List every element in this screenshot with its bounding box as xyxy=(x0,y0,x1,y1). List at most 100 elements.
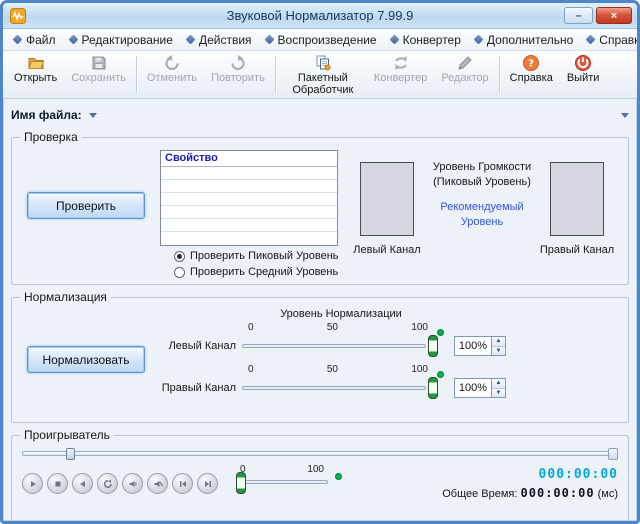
scale-tick-100: 100 xyxy=(411,364,428,376)
redo-arrow-icon xyxy=(229,54,247,72)
radio-average-label: Проверить Средний Уровень xyxy=(190,266,338,278)
converter-button[interactable]: Конвертер xyxy=(367,52,434,97)
seek-bar[interactable] xyxy=(22,446,618,462)
mute-button[interactable] xyxy=(147,473,168,494)
filename-caret-icon[interactable] xyxy=(89,113,97,118)
volume-slider-thumb[interactable] xyxy=(236,472,246,494)
editor-button[interactable]: Редактор xyxy=(434,52,495,97)
svg-text:?: ? xyxy=(528,59,534,70)
recommended-level-link[interactable]: Рекомендуемый Уровень xyxy=(420,200,544,230)
filename-combobox[interactable] xyxy=(103,106,615,124)
slider-track[interactable] xyxy=(242,386,426,390)
volume-slider-track[interactable] xyxy=(238,480,328,484)
converter-icon xyxy=(392,54,410,72)
green-indicator-dot xyxy=(335,473,342,480)
menu-edit[interactable]: Редактирование xyxy=(63,30,180,50)
spin-down-icon[interactable]: ▼ xyxy=(492,347,505,356)
rewind-button[interactable] xyxy=(72,473,93,494)
menu-extra[interactable]: Дополнительно xyxy=(468,30,580,50)
menu-help-label: Справка xyxy=(599,33,640,47)
menu-actions[interactable]: Действия xyxy=(180,30,259,50)
radio-icon[interactable] xyxy=(174,251,185,262)
titlebar[interactable]: Звуковой Нормализатор 7.99.9 – × xyxy=(3,3,637,29)
properties-table[interactable]: Свойство xyxy=(160,150,338,246)
normalization-level-title: Уровень Нормализации xyxy=(246,308,436,320)
converter-button-label: Конвертер xyxy=(374,73,427,85)
play-button[interactable] xyxy=(22,473,43,494)
exit-button-label: Выйти xyxy=(567,73,600,85)
radio-check-average-level[interactable]: Проверить Средний Уровень xyxy=(174,266,342,278)
spin-up-icon[interactable]: ▲ xyxy=(492,379,505,389)
level-meters-area: Левый Канал Уровень Громкости (Пиковый У… xyxy=(342,150,616,280)
stop-button[interactable] xyxy=(47,473,68,494)
menu-playback[interactable]: Воспроизведение xyxy=(259,30,384,50)
toolbar-separator xyxy=(499,56,500,93)
close-button[interactable]: × xyxy=(596,7,632,24)
undo-button[interactable]: Отменить xyxy=(140,52,204,97)
slider-track[interactable] xyxy=(242,344,426,348)
menu-help[interactable]: Справка xyxy=(580,30,640,50)
help-button-label: Справка xyxy=(510,73,553,85)
redo-button[interactable]: Повторить xyxy=(204,52,272,97)
left-channel-value[interactable]: 100% xyxy=(454,336,492,356)
right-channel-slider-group: 0 50 100 Правый Канал xyxy=(160,364,620,400)
right-channel-slider[interactable] xyxy=(242,376,438,400)
slider-thumb[interactable] xyxy=(428,377,438,399)
spin-up-icon[interactable]: ▲ xyxy=(492,337,505,347)
save-button[interactable]: Сохранить xyxy=(64,52,133,97)
right-channel-value[interactable]: 100% xyxy=(454,378,492,398)
left-channel-spinner: 100% ▲ ▼ xyxy=(454,336,506,356)
left-channel-slider-group: 0 50 100 Левый Канал 1 xyxy=(160,322,620,358)
table-row xyxy=(161,206,337,219)
menu-bullet-icon xyxy=(473,35,483,45)
properties-table-header: Свойство xyxy=(161,151,337,167)
normalize-button[interactable]: Нормализовать xyxy=(27,346,145,373)
scale-tick-0: 0 xyxy=(248,364,254,376)
elapsed-time: 000:00:00 xyxy=(442,467,618,482)
total-time-unit: (мс) xyxy=(598,488,618,500)
check-section: Проверка Проверить Свойство xyxy=(11,137,629,285)
left-channel-slider-label: Левый Канал xyxy=(160,340,242,352)
exit-button[interactable]: Выйти xyxy=(560,52,607,97)
menu-file[interactable]: Файл xyxy=(7,30,63,50)
total-time-value: 000:00:00 xyxy=(521,486,595,500)
play-icon xyxy=(28,479,38,489)
radio-check-peak-level[interactable]: Проверить Пиковый Уровень xyxy=(174,250,342,262)
check-button[interactable]: Проверить xyxy=(27,192,145,219)
batch-processor-label: Пакетный Обработчик xyxy=(286,73,360,96)
repeat-icon xyxy=(103,479,113,489)
menu-bullet-icon xyxy=(13,35,23,45)
editor-pencil-icon xyxy=(456,54,474,72)
menubar: Файл Редактирование Действия Воспроизвед… xyxy=(3,29,637,51)
open-button[interactable]: Открыть xyxy=(7,52,64,97)
batch-processor-button[interactable]: Пакетный Обработчик xyxy=(279,52,367,97)
seek-end-button[interactable] xyxy=(608,448,618,460)
slider-thumb[interactable] xyxy=(428,335,438,357)
spinner-arrows: ▲ ▼ xyxy=(492,378,506,398)
left-channel-label: Левый Канал xyxy=(353,244,420,256)
minimize-button[interactable]: – xyxy=(564,7,593,24)
radio-icon[interactable] xyxy=(174,267,185,278)
volume-icon xyxy=(128,479,138,489)
seek-track[interactable] xyxy=(22,451,618,456)
player-section: Проигрыватель xyxy=(11,435,629,524)
scale-tick-50: 50 xyxy=(327,364,338,376)
menu-bullet-icon xyxy=(389,35,399,45)
volume-button[interactable] xyxy=(122,473,143,494)
app-window: Звуковой Нормализатор 7.99.9 – × Файл Ре… xyxy=(0,0,640,524)
menu-converter[interactable]: Конвертер xyxy=(384,30,468,50)
filename-dropdown-button[interactable] xyxy=(621,113,629,118)
menu-bullet-icon xyxy=(264,35,274,45)
menu-bullet-icon xyxy=(586,35,596,45)
seek-thumb[interactable] xyxy=(66,448,75,460)
stop-icon xyxy=(53,479,63,489)
open-folder-icon xyxy=(27,54,45,72)
previous-button[interactable] xyxy=(172,473,193,494)
spin-down-icon[interactable]: ▼ xyxy=(492,389,505,398)
time-display: 000:00:00 Общее Время: 000:00:00 (мс) xyxy=(442,464,618,500)
help-button[interactable]: ? Справка xyxy=(503,52,560,97)
repeat-button[interactable] xyxy=(97,473,118,494)
left-channel-slider[interactable] xyxy=(242,334,438,358)
next-button[interactable] xyxy=(197,473,218,494)
left-channel-meter xyxy=(360,162,414,236)
